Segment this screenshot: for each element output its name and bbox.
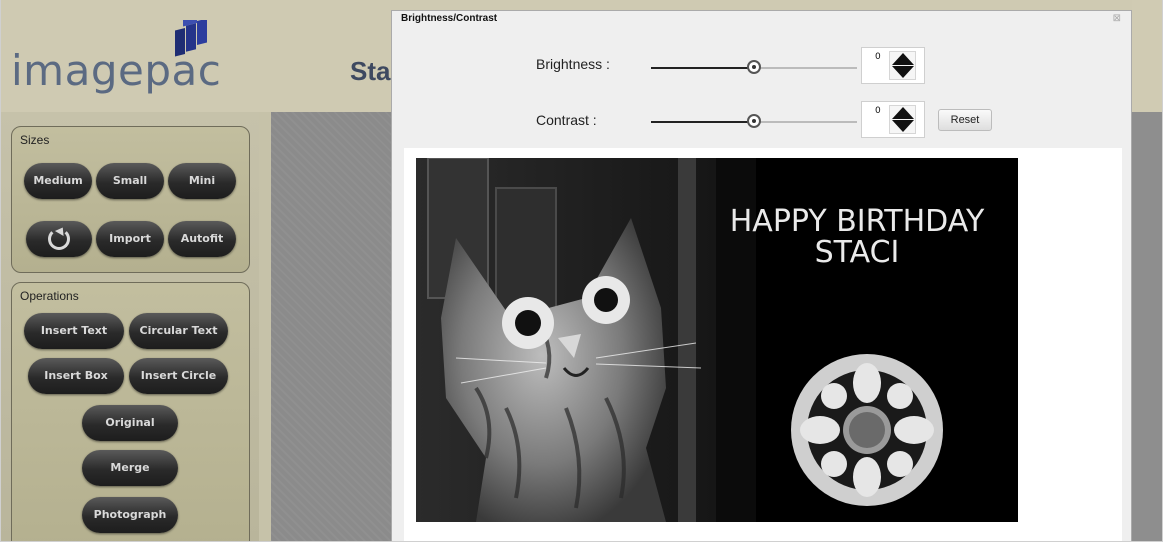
brightness-contrast-dialog: Brightness/Contrast ⊠ Brightness : 0 Con… — [391, 10, 1132, 541]
operations-panel-title: Operations — [20, 289, 79, 303]
original-button[interactable]: Original — [82, 405, 178, 441]
greeting-line-2: STACI — [814, 235, 900, 270]
contrast-label: Contrast : — [536, 112, 597, 128]
brightness-slider-handle[interactable] — [747, 60, 761, 74]
page-title: Sta — [350, 56, 391, 86]
brightness-up-arrow-icon[interactable] — [892, 53, 914, 65]
sizes-panel-title: Sizes — [20, 133, 50, 147]
app-window: imagepac Sta Sizes Medium Small Mini Imp… — [0, 0, 1163, 542]
merge-button[interactable]: Merge — [82, 450, 178, 486]
insert-box-button[interactable]: Insert Box — [28, 358, 124, 394]
close-icon[interactable]: ⊠ — [1113, 13, 1121, 24]
header-right-edge — [1132, 0, 1162, 112]
sizes-panel: Sizes Medium Small Mini Import Autofit — [11, 126, 250, 273]
contrast-slider-handle[interactable] — [747, 114, 761, 128]
insert-circle-button[interactable]: Insert Circle — [129, 358, 228, 394]
contrast-value[interactable]: 0 — [875, 106, 881, 116]
brightness-spinner[interactable]: 0 — [861, 47, 925, 84]
medium-size-button[interactable]: Medium — [24, 163, 92, 199]
small-size-button[interactable]: Small — [96, 163, 164, 199]
brightness-slider-fill — [651, 67, 754, 69]
brightness-value[interactable]: 0 — [875, 52, 881, 62]
import-button[interactable]: Import — [96, 221, 164, 257]
operations-panel: Operations Insert Text Circular Text Ins… — [11, 282, 250, 541]
brightness-down-arrow-icon[interactable] — [892, 66, 914, 78]
greeting-line-1: HAPPY BIRTHDAY — [729, 204, 985, 239]
rotate-button[interactable] — [26, 221, 92, 257]
contrast-up-arrow-icon[interactable] — [892, 107, 914, 119]
rotate-icon — [48, 228, 70, 250]
photograph-button[interactable]: Photograph — [82, 497, 178, 533]
brightness-stepper[interactable] — [889, 51, 916, 80]
reset-button[interactable]: Reset — [938, 109, 992, 131]
canvas-right-edge — [1132, 112, 1162, 541]
contrast-stepper[interactable] — [889, 105, 916, 134]
sidebar-separator — [259, 112, 271, 541]
contrast-slider-fill — [651, 121, 754, 123]
preview-image: HAPPY BIRTHDAY STACI — [416, 158, 1018, 522]
dialog-title: Brightness/Contrast — [401, 13, 498, 24]
circular-text-button[interactable]: Circular Text — [129, 313, 228, 349]
greeting-text: HAPPY BIRTHDAY STACI — [711, 206, 1003, 268]
app-logo[interactable]: imagepac — [11, 46, 221, 95]
mini-size-button[interactable]: Mini — [168, 163, 236, 199]
insert-text-button[interactable]: Insert Text — [24, 313, 124, 349]
contrast-down-arrow-icon[interactable] — [892, 120, 914, 132]
contrast-spinner[interactable]: 0 — [861, 101, 925, 138]
autofit-button[interactable]: Autofit — [168, 221, 236, 257]
brightness-label: Brightness : — [536, 56, 610, 72]
